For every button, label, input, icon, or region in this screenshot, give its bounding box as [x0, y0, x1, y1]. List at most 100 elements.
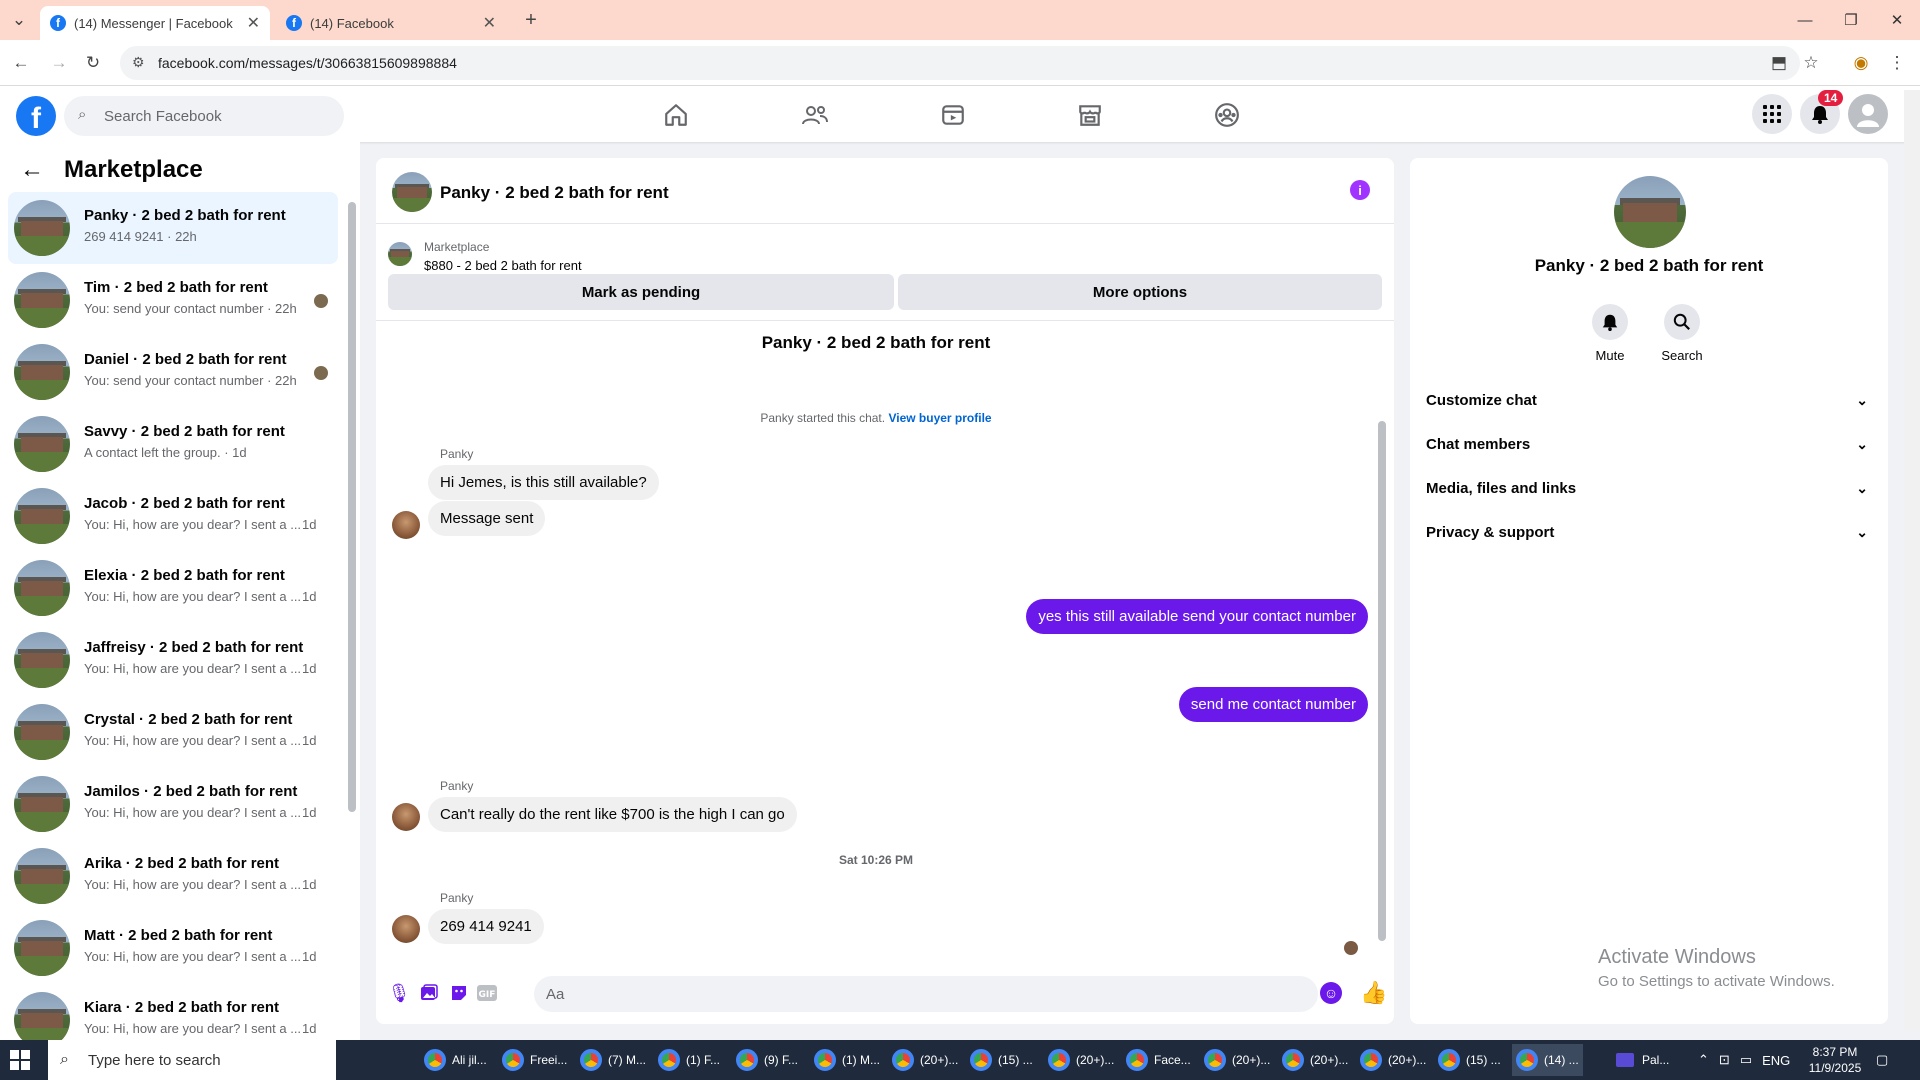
media-files-links-section[interactable]: Media, files and links ⌄ [1426, 468, 1876, 508]
taskbar-item-pal[interactable]: Pal... [1612, 1044, 1673, 1076]
mark-as-pending-button[interactable]: Mark as pending [388, 274, 894, 310]
back-arrow-icon[interactable]: ← [20, 156, 44, 184]
taskbar-item[interactable]: Freei... [498, 1044, 571, 1076]
tab-search-icon[interactable]: ⌄ [6, 7, 32, 33]
message-input[interactable]: Aa [534, 976, 1318, 1012]
chat-title[interactable]: Panky · 2 bed 2 bath for rent [440, 183, 669, 203]
profile-icon[interactable]: ◉ [1848, 50, 1874, 76]
chat-scrollbar[interactable] [1378, 421, 1386, 941]
outgoing-message[interactable]: send me contact number [1178, 687, 1368, 722]
conversation-item[interactable]: Daniel · 2 bed 2 bath for rent You: send … [8, 336, 338, 408]
conversation-item[interactable]: Matt · 2 bed 2 bath for rent You: Hi, how… [8, 912, 338, 984]
taskbar-item[interactable]: (15) ... [966, 1044, 1037, 1076]
taskbar-item[interactable]: (9) F... [732, 1044, 802, 1076]
network-icon[interactable]: ⊡ [1719, 1052, 1730, 1068]
sticker-icon[interactable] [448, 982, 470, 1004]
taskbar-clock[interactable]: 8:37 PM 11/9/2025 [1800, 1044, 1870, 1076]
language-indicator[interactable]: ENG [1762, 1053, 1790, 1068]
friends-icon[interactable] [795, 100, 835, 130]
conversation-item[interactable]: Elexia · 2 bed 2 bath for rent You: Hi, h… [8, 552, 338, 624]
sender-avatar[interactable] [392, 511, 420, 539]
close-window-icon[interactable]: ✕ [1874, 0, 1920, 40]
like-thumb-icon[interactable]: 👍 [1360, 980, 1387, 1006]
install-app-icon[interactable]: ⬒ [1766, 50, 1792, 76]
incoming-message[interactable]: Message sent [428, 501, 546, 536]
taskbar-item[interactable]: (1) F... [654, 1044, 724, 1076]
attach-image-icon[interactable] [418, 982, 440, 1004]
conversation-item[interactable]: Jacob · 2 bed 2 bath for rent You: Hi, ho… [8, 480, 338, 552]
sender-avatar[interactable] [392, 915, 420, 943]
back-icon[interactable]: ← [8, 50, 34, 76]
close-tab-icon[interactable]: ✕ [247, 13, 260, 33]
account-avatar[interactable] [1848, 94, 1888, 134]
mute-button[interactable]: Mute [1580, 304, 1640, 363]
show-hidden-icons-icon[interactable]: ⌃ [1698, 1052, 1709, 1068]
bookmark-star-icon[interactable]: ☆ [1798, 50, 1824, 76]
customize-chat-section[interactable]: Customize chat ⌄ [1426, 380, 1876, 420]
taskbar-item[interactable]: (7) M... [576, 1044, 650, 1076]
page-scrollbar[interactable] [1904, 90, 1920, 1030]
minimize-icon[interactable]: — [1782, 0, 1828, 40]
emoji-icon[interactable]: ☺ [1320, 982, 1342, 1004]
new-tab-icon[interactable]: + [518, 7, 544, 33]
tab-facebook[interactable]: f (14) Facebook ✕ [276, 6, 506, 40]
chat-avatar[interactable] [392, 172, 432, 212]
taskbar-item[interactable]: (20+)... [888, 1044, 962, 1076]
view-buyer-profile-link[interactable]: View buyer profile [888, 411, 991, 425]
chat-header: Panky · 2 bed 2 bath for rent i [376, 158, 1394, 224]
incoming-message[interactable]: 269 414 9241 [428, 909, 544, 944]
notification-center-icon[interactable]: ▢ [1876, 1040, 1888, 1080]
sender-avatar[interactable] [392, 803, 420, 831]
restore-icon[interactable]: ❐ [1828, 0, 1874, 40]
outgoing-message[interactable]: yes this still available send your conta… [1026, 599, 1368, 634]
home-icon[interactable] [656, 100, 696, 130]
conversation-item[interactable]: Jaffreisy · 2 bed 2 bath for rent You: Hi… [8, 624, 338, 696]
conversation-item[interactable]: Tim · 2 bed 2 bath for rent You: send you… [8, 264, 338, 336]
facebook-favicon-icon: f [50, 15, 66, 31]
taskbar-item[interactable]: Ali jil... [420, 1044, 491, 1076]
reload-icon[interactable]: ↻ [80, 50, 106, 76]
taskbar-item[interactable]: (20+)... [1356, 1044, 1430, 1076]
conversation-item[interactable]: Savvy · 2 bed 2 bath for rent A contact l… [8, 408, 338, 480]
windows-start-icon[interactable] [10, 1050, 30, 1070]
tab-messenger[interactable]: f (14) Messenger | Facebook ✕ [40, 6, 270, 40]
conversation-item[interactable]: Jamilos · 2 bed 2 bath for rent You: Hi, … [8, 768, 338, 840]
conversation-item[interactable]: Panky · 2 bed 2 bath for rent 269 414 924… [8, 192, 338, 264]
privacy-support-section[interactable]: Privacy & support ⌄ [1426, 512, 1876, 552]
info-icon[interactable]: i [1350, 180, 1370, 200]
facebook-search-input[interactable]: ⌕ Search Facebook [64, 96, 344, 136]
incoming-message[interactable]: Hi Jemes, is this still available? [428, 465, 659, 500]
conversation-preview: You: Hi, how are you dear? I sent a ... [84, 733, 302, 748]
taskbar-item[interactable]: (14) ... [1512, 1044, 1583, 1076]
taskbar-item[interactable]: (1) M... [810, 1044, 884, 1076]
sidebar-scrollbar[interactable] [348, 202, 356, 812]
taskbar-search-input[interactable]: ⌕ Type here to search [48, 1040, 336, 1080]
site-info-icon[interactable]: ⚙ [132, 54, 145, 71]
menu-grid-icon[interactable] [1752, 94, 1792, 134]
close-tab-icon[interactable]: ✕ [483, 13, 496, 33]
chat-members-section[interactable]: Chat members ⌄ [1426, 424, 1876, 464]
marketplace-icon[interactable] [1070, 100, 1110, 130]
gif-icon[interactable]: GIF [476, 982, 498, 1004]
conversation-age: 1d [302, 949, 317, 964]
video-icon[interactable] [933, 100, 973, 130]
search-in-chat-button[interactable]: Search [1652, 304, 1712, 363]
taskbar-item[interactable]: (20+)... [1200, 1044, 1274, 1076]
more-options-button[interactable]: More options [898, 274, 1382, 310]
forward-icon[interactable]: → [46, 50, 72, 76]
browser-tab-bar: ⌄ f (14) Messenger | Facebook ✕ f (14) F… [0, 0, 1920, 40]
url-field[interactable]: ⚙ facebook.com/messages/t/30663815609898… [120, 46, 1800, 80]
groups-icon[interactable] [1207, 100, 1247, 130]
panel-avatar[interactable] [1614, 176, 1686, 248]
volume-icon[interactable]: ▭ [1740, 1052, 1752, 1068]
conversation-item[interactable]: Arika · 2 bed 2 bath for rent You: Hi, ho… [8, 840, 338, 912]
taskbar-item[interactable]: (15) ... [1434, 1044, 1505, 1076]
microphone-icon[interactable]: 🎙 [388, 982, 411, 1004]
taskbar-item[interactable]: Face... [1122, 1044, 1195, 1076]
taskbar-item[interactable]: (20+)... [1278, 1044, 1352, 1076]
taskbar-item[interactable]: (20+)... [1044, 1044, 1118, 1076]
browser-menu-icon[interactable]: ⋮ [1884, 50, 1910, 76]
incoming-message[interactable]: Can't really do the rent like $700 is th… [428, 797, 797, 832]
facebook-logo-icon[interactable]: f [16, 96, 56, 136]
conversation-item[interactable]: Crystal · 2 bed 2 bath for rent You: Hi, … [8, 696, 338, 768]
